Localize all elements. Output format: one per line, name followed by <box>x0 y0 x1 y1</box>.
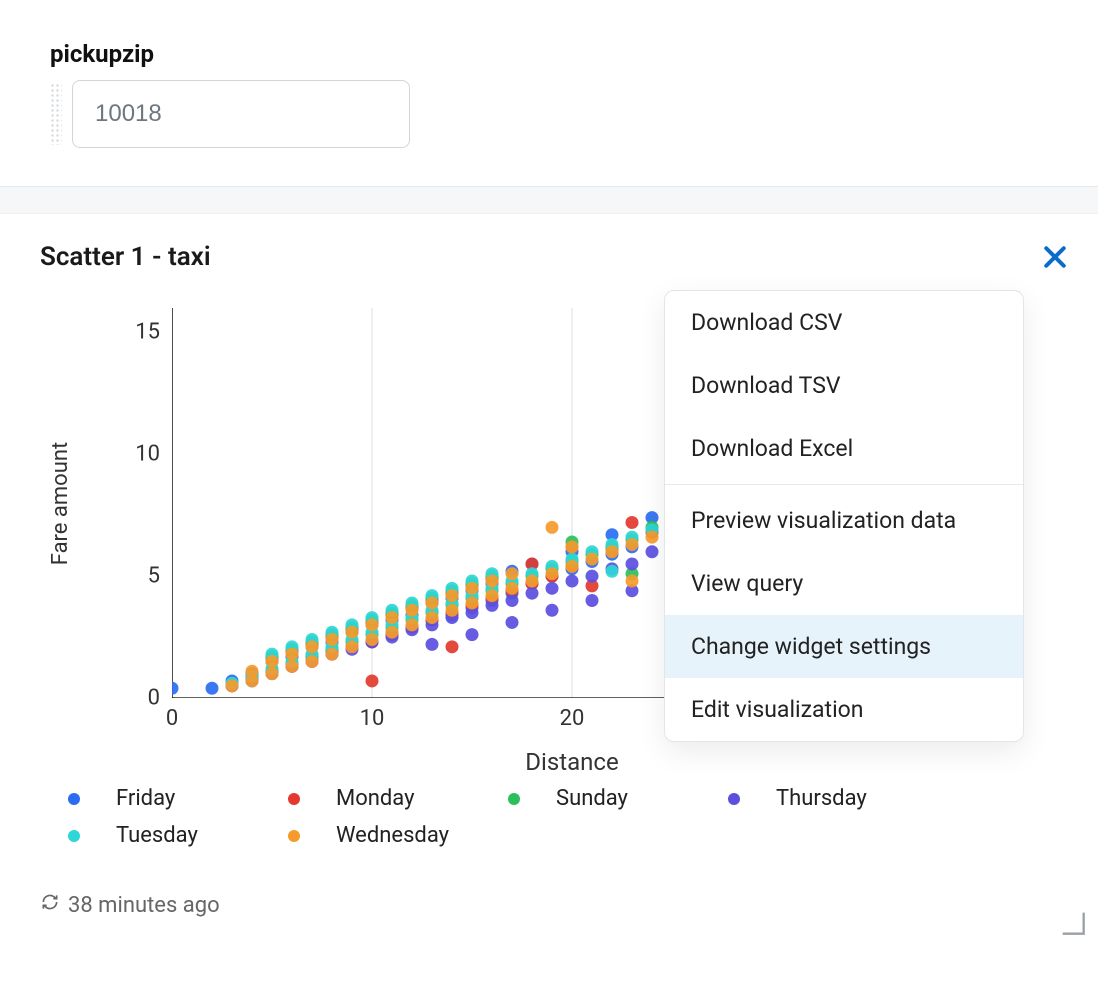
legend-item[interactable]: Friday <box>68 786 288 811</box>
refresh-status[interactable]: 38 minutes ago <box>40 892 1070 918</box>
x-tick: 20 <box>560 706 585 731</box>
refresh-text: 38 minutes ago <box>68 893 220 918</box>
x-tick: 10 <box>360 706 385 731</box>
y-tick: 5 <box>148 564 160 589</box>
y-axis-ticks: 051015 <box>82 308 172 698</box>
filter-label: pickupzip <box>50 40 1098 68</box>
context-menu: Download CSVDownload TSVDownload Excel Pr… <box>664 290 1024 742</box>
separator-strip <box>0 186 1098 214</box>
drag-handle-icon[interactable] <box>50 83 62 145</box>
legend-dot-icon <box>288 793 300 805</box>
legend-label: Friday <box>116 786 175 811</box>
legend-item[interactable]: Monday <box>288 786 508 811</box>
menu-item-change[interactable]: Change widget settings <box>665 615 1023 678</box>
legend-label: Tuesday <box>116 823 198 848</box>
legend-label: Wednesday <box>336 823 449 848</box>
menu-item-preview[interactable]: Preview visualization data <box>665 489 1023 552</box>
menu-item-excel[interactable]: Download Excel <box>665 417 1023 480</box>
refresh-icon <box>40 892 60 918</box>
legend-dot-icon <box>68 793 80 805</box>
menu-item-query[interactable]: View query <box>665 552 1023 615</box>
legend-label: Thursday <box>776 786 867 811</box>
legend-label: Monday <box>336 786 415 811</box>
y-tick: 10 <box>135 442 160 467</box>
legend-item[interactable]: Thursday <box>728 786 948 811</box>
legend-dot-icon <box>728 793 740 805</box>
x-tick: 0 <box>166 706 178 731</box>
y-tick: 15 <box>135 320 160 345</box>
resize-handle-icon[interactable] <box>1058 908 1086 936</box>
filter-block: pickupzip <box>0 0 1098 148</box>
x-axis-label: Distance <box>172 748 972 776</box>
legend: Friday Monday Sunday Thursday Tuesday Wednesd… <box>68 786 1070 848</box>
legend-dot-icon <box>508 793 520 805</box>
widget-title: Scatter 1 - taxi <box>40 242 211 272</box>
menu-item-edit[interactable]: Edit visualization <box>665 678 1023 741</box>
legend-item[interactable]: Wednesday <box>288 823 508 848</box>
menu-separator <box>665 484 1023 485</box>
pickupzip-input[interactable] <box>72 80 410 148</box>
legend-label: Sunday <box>556 786 628 811</box>
legend-item[interactable]: Tuesday <box>68 823 288 848</box>
y-tick: 0 <box>148 686 160 711</box>
menu-item-csv[interactable]: Download CSV <box>665 291 1023 354</box>
close-icon[interactable] <box>1040 242 1070 272</box>
y-axis-label: Fare amount <box>49 441 74 564</box>
legend-dot-icon <box>288 830 300 842</box>
legend-dot-icon <box>68 830 80 842</box>
menu-item-tsv[interactable]: Download TSV <box>665 354 1023 417</box>
legend-item[interactable]: Sunday <box>508 786 728 811</box>
